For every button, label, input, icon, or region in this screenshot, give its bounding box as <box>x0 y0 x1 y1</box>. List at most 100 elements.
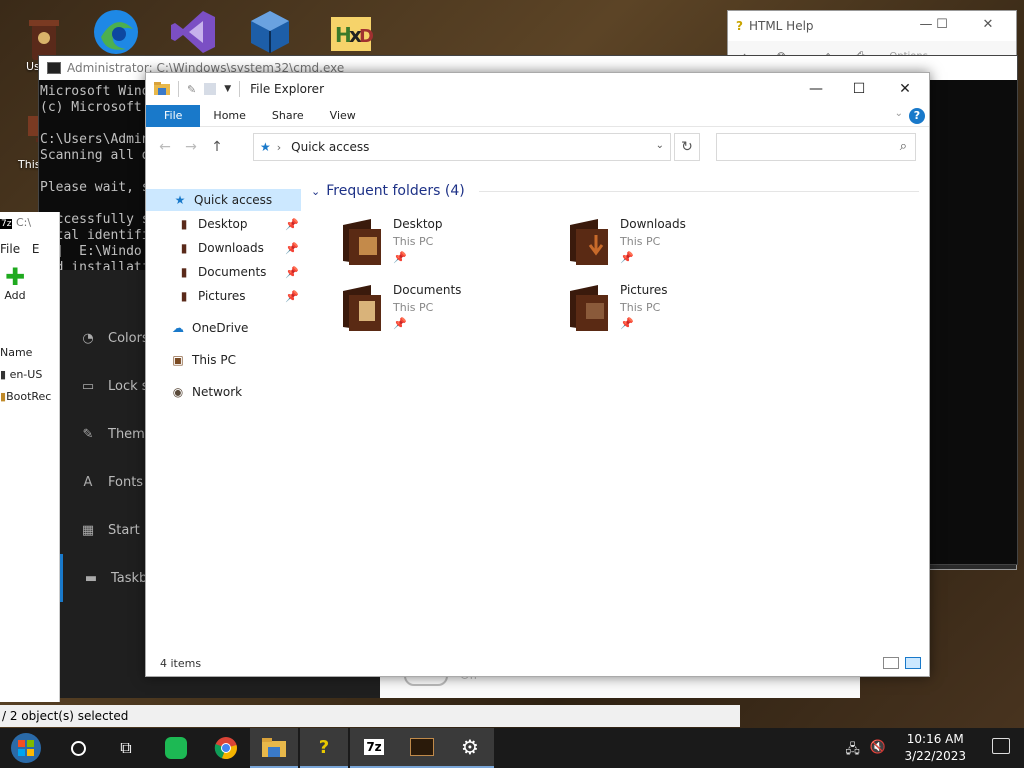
address-dropdown-icon[interactable]: ⌄ <box>656 140 664 151</box>
details-view-icon[interactable] <box>883 657 899 669</box>
network-icon[interactable]: 🖧 <box>845 740 860 762</box>
pin-icon[interactable]: 📌 <box>285 290 299 303</box>
svg-text:D: D <box>359 26 374 47</box>
folder-icon: ▮ <box>180 289 188 303</box>
nav-item-label: This PC <box>192 353 236 367</box>
clock[interactable]: 10:16 AM 3/22/2023 <box>904 731 966 765</box>
folder-tile-downloads[interactable]: Downloads This PC 📌 <box>568 215 788 273</box>
add-button-label: Add <box>4 289 26 302</box>
list-item[interactable]: ▮ en-US <box>0 368 42 381</box>
close-button[interactable]: ✕ <box>882 73 928 105</box>
nav-item-onedrive[interactable]: ☁ OneDrive <box>146 317 301 339</box>
pin-icon[interactable]: 📌 <box>285 218 299 231</box>
gear-icon: ⚙ <box>461 735 479 759</box>
help-titlebar: ? HTML Help — ☐ ✕ <box>728 11 1016 41</box>
7zip-window[interactable]: 7z C:\ File E ✚ Add Name ▮ en-US ▮BootRe… <box>0 212 60 702</box>
help-icon: ? <box>736 19 743 33</box>
pin-icon[interactable]: 📌 <box>285 266 299 279</box>
nav-item-downloads[interactable]: ▮ Downloads 📌 <box>146 237 301 259</box>
task-view-button[interactable]: ⧉ <box>102 728 150 768</box>
taskbar-app-spotify[interactable] <box>152 728 200 768</box>
help-window-title: HTML Help <box>748 19 814 33</box>
close-icon[interactable]: ✕ <box>980 17 996 33</box>
pin-icon: 📌 <box>393 251 407 264</box>
new-folder-icon[interactable] <box>204 83 217 95</box>
maximize-button[interactable]: ☐ <box>836 73 882 105</box>
settings-item-label: Fonts <box>108 474 144 490</box>
plus-icon: ✚ <box>4 263 26 291</box>
cmd-icon <box>47 62 61 74</box>
maximize-icon[interactable]: ☐ <box>934 17 950 33</box>
folder-tile-desktop[interactable]: Desktop This PC 📌 <box>341 215 561 273</box>
pin-icon[interactable]: 📌 <box>285 242 299 255</box>
view-switcher <box>883 657 921 669</box>
column-header-name[interactable]: Name <box>0 346 32 359</box>
collapse-chevron-icon[interactable]: ⌄ <box>311 185 320 198</box>
tab-home[interactable]: Home <box>200 105 258 127</box>
folder-icon: ▮ <box>0 368 7 381</box>
taskbar-app-settings[interactable]: ⚙ <box>446 728 494 768</box>
file-explorer-window[interactable]: ✎ ▼ File Explorer — ☐ ✕ File Home Share … <box>145 72 930 677</box>
up-arrow-icon[interactable]: ↑ <box>204 139 230 155</box>
expand-ribbon-icon[interactable]: ⌄ <box>895 108 903 119</box>
search-circle-icon <box>70 740 86 756</box>
visual-studio-icon[interactable] <box>164 2 224 62</box>
menu-file[interactable]: File <box>0 242 20 256</box>
list-item[interactable]: ▮BootRec <box>0 390 51 403</box>
forward-arrow-icon[interactable]: → <box>178 139 204 155</box>
search-button[interactable] <box>54 728 102 768</box>
refresh-button[interactable]: ↻ <box>674 133 700 161</box>
taskbar-app-html-help[interactable]: ? <box>300 728 348 768</box>
minimize-icon[interactable]: — <box>918 17 934 33</box>
tab-file[interactable]: File <box>146 104 201 127</box>
7zip-icon: 7z <box>0 219 13 229</box>
nav-item-desktop[interactable]: ▮ Desktop 📌 <box>146 213 301 235</box>
taskbar-app-chrome[interactable] <box>202 728 250 768</box>
virtualbox-icon[interactable] <box>240 2 300 62</box>
volume-muted-icon[interactable]: 🔇 <box>870 740 886 762</box>
search-input[interactable]: ⌕ <box>716 133 916 161</box>
nav-item-quick-access[interactable]: ★ Quick access <box>146 189 301 211</box>
taskbar-app-7zip[interactable]: 7z <box>350 728 398 768</box>
taskbar: ⧉ ? 7z ⚙ 🖧 🔇 10:16 AM 3/22/2023 <box>0 728 1024 768</box>
notification-icon[interactable] <box>992 738 1010 754</box>
address-bar[interactable]: ★ › Quick access ⌄ <box>253 133 671 161</box>
taskbar-app-file-explorer[interactable] <box>250 728 298 768</box>
hxd-icon[interactable]: HxD <box>320 2 380 62</box>
folder-tile-pictures[interactable]: Pictures This PC 📌 <box>568 281 788 339</box>
back-arrow-icon[interactable]: ← <box>152 139 178 155</box>
help-book-icon: ? <box>318 736 330 758</box>
tab-view[interactable]: View <box>317 105 369 127</box>
help-icon[interactable]: ? <box>909 108 925 124</box>
breadcrumb-chevron-icon[interactable]: › <box>277 141 281 154</box>
spotify-icon <box>165 737 187 759</box>
nav-item-label: OneDrive <box>192 321 249 335</box>
large-icons-view-icon[interactable] <box>905 657 921 669</box>
edge-icon[interactable] <box>86 2 146 62</box>
breadcrumb-quick-access[interactable]: Quick access <box>291 140 369 154</box>
minimize-button[interactable]: — <box>793 73 839 105</box>
nav-item-pictures[interactable]: ▮ Pictures 📌 <box>146 285 301 307</box>
clock-time: 10:16 AM <box>906 732 964 746</box>
file-explorer-icon <box>262 738 286 757</box>
refresh-icon: ↻ <box>681 139 693 155</box>
taskbar-app-cmd[interactable] <box>398 728 446 768</box>
chevron-down-icon[interactable]: ▼ <box>224 84 231 94</box>
nav-item-network[interactable]: ◉ Network <box>146 381 301 403</box>
menu-edit[interactable]: E <box>32 242 40 256</box>
start-icon: ▦ <box>81 522 95 538</box>
nav-item-this-pc[interactable]: ▣ This PC <box>146 349 301 371</box>
start-button[interactable] <box>2 728 50 768</box>
folder-tile-documents[interactable]: Documents This PC 📌 <box>341 281 561 339</box>
computer-icon: ▣ <box>172 353 184 367</box>
taskbar-icon: ▬ <box>84 570 98 586</box>
properties-icon[interactable]: ✎ <box>187 83 196 96</box>
cloud-icon: ☁ <box>172 321 184 335</box>
add-button[interactable]: ✚ Add <box>2 263 28 302</box>
clock-date: 3/22/2023 <box>904 749 966 763</box>
nav-item-documents[interactable]: ▮ Documents 📌 <box>146 261 301 283</box>
tab-share[interactable]: Share <box>259 105 317 127</box>
folder-location: This PC <box>393 235 434 248</box>
lock-screen-icon: ▭ <box>81 378 95 394</box>
folder-icon <box>570 285 608 331</box>
